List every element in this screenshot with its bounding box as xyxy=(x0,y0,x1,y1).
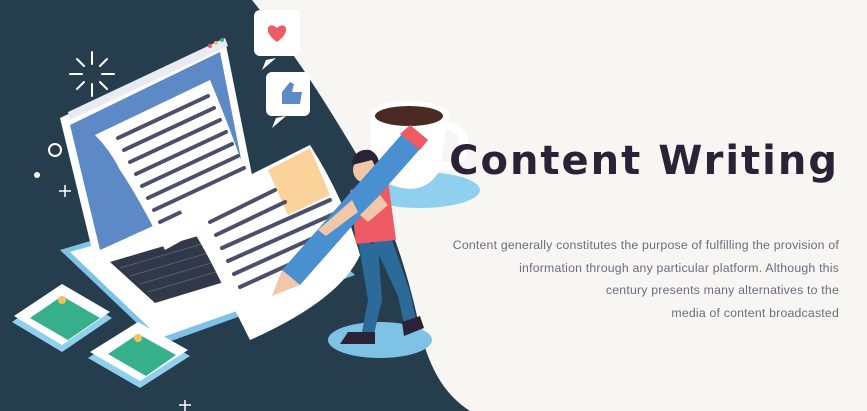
description-text: Content generally constitutes the purpos… xyxy=(449,234,839,324)
description-line: century presents many alternatives to th… xyxy=(605,283,839,298)
description-line: information through any particular platf… xyxy=(519,260,839,275)
description-line: Content generally constitutes the purpos… xyxy=(452,238,839,253)
dot-decoration xyxy=(34,172,40,178)
page-title: Content Writing xyxy=(449,138,839,184)
description-line: media of content broadcasted xyxy=(671,305,839,320)
content-writing-illustration xyxy=(0,0,480,411)
